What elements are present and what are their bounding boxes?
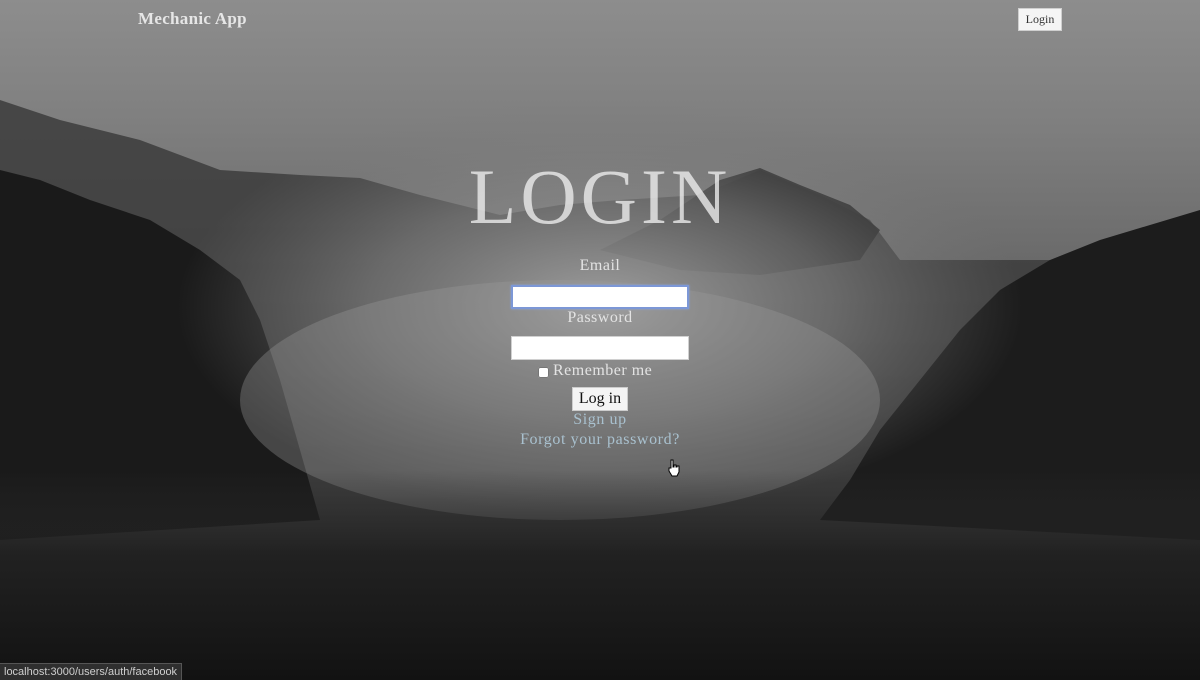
log-in-button[interactable]: Log in bbox=[572, 387, 628, 411]
sign-up-link[interactable]: Sign up bbox=[573, 411, 627, 428]
password-label: Password bbox=[567, 309, 633, 326]
header-login-button[interactable]: Login bbox=[1018, 8, 1062, 31]
browser-status-bar: localhost:3000/users/auth/facebook bbox=[0, 663, 183, 680]
login-page: Mechanic App Login LOGIN Email Password … bbox=[0, 0, 1200, 680]
password-field[interactable] bbox=[511, 336, 689, 360]
email-field[interactable] bbox=[511, 285, 689, 309]
forgot-password-row: Forgot your password? bbox=[0, 431, 1200, 449]
remember-me-row[interactable]: Remember me bbox=[538, 362, 652, 380]
remember-me-checkbox[interactable] bbox=[538, 367, 549, 378]
hand-pointer-cursor-icon bbox=[668, 459, 680, 477]
brand-title[interactable]: Mechanic App bbox=[138, 9, 247, 29]
login-heading: LOGIN bbox=[468, 153, 732, 240]
email-label: Email bbox=[579, 257, 621, 274]
sign-up-row: Sign up bbox=[0, 411, 1200, 429]
remember-me-label[interactable]: Remember me bbox=[553, 362, 652, 380]
forgot-password-link[interactable]: Forgot your password? bbox=[520, 431, 680, 448]
